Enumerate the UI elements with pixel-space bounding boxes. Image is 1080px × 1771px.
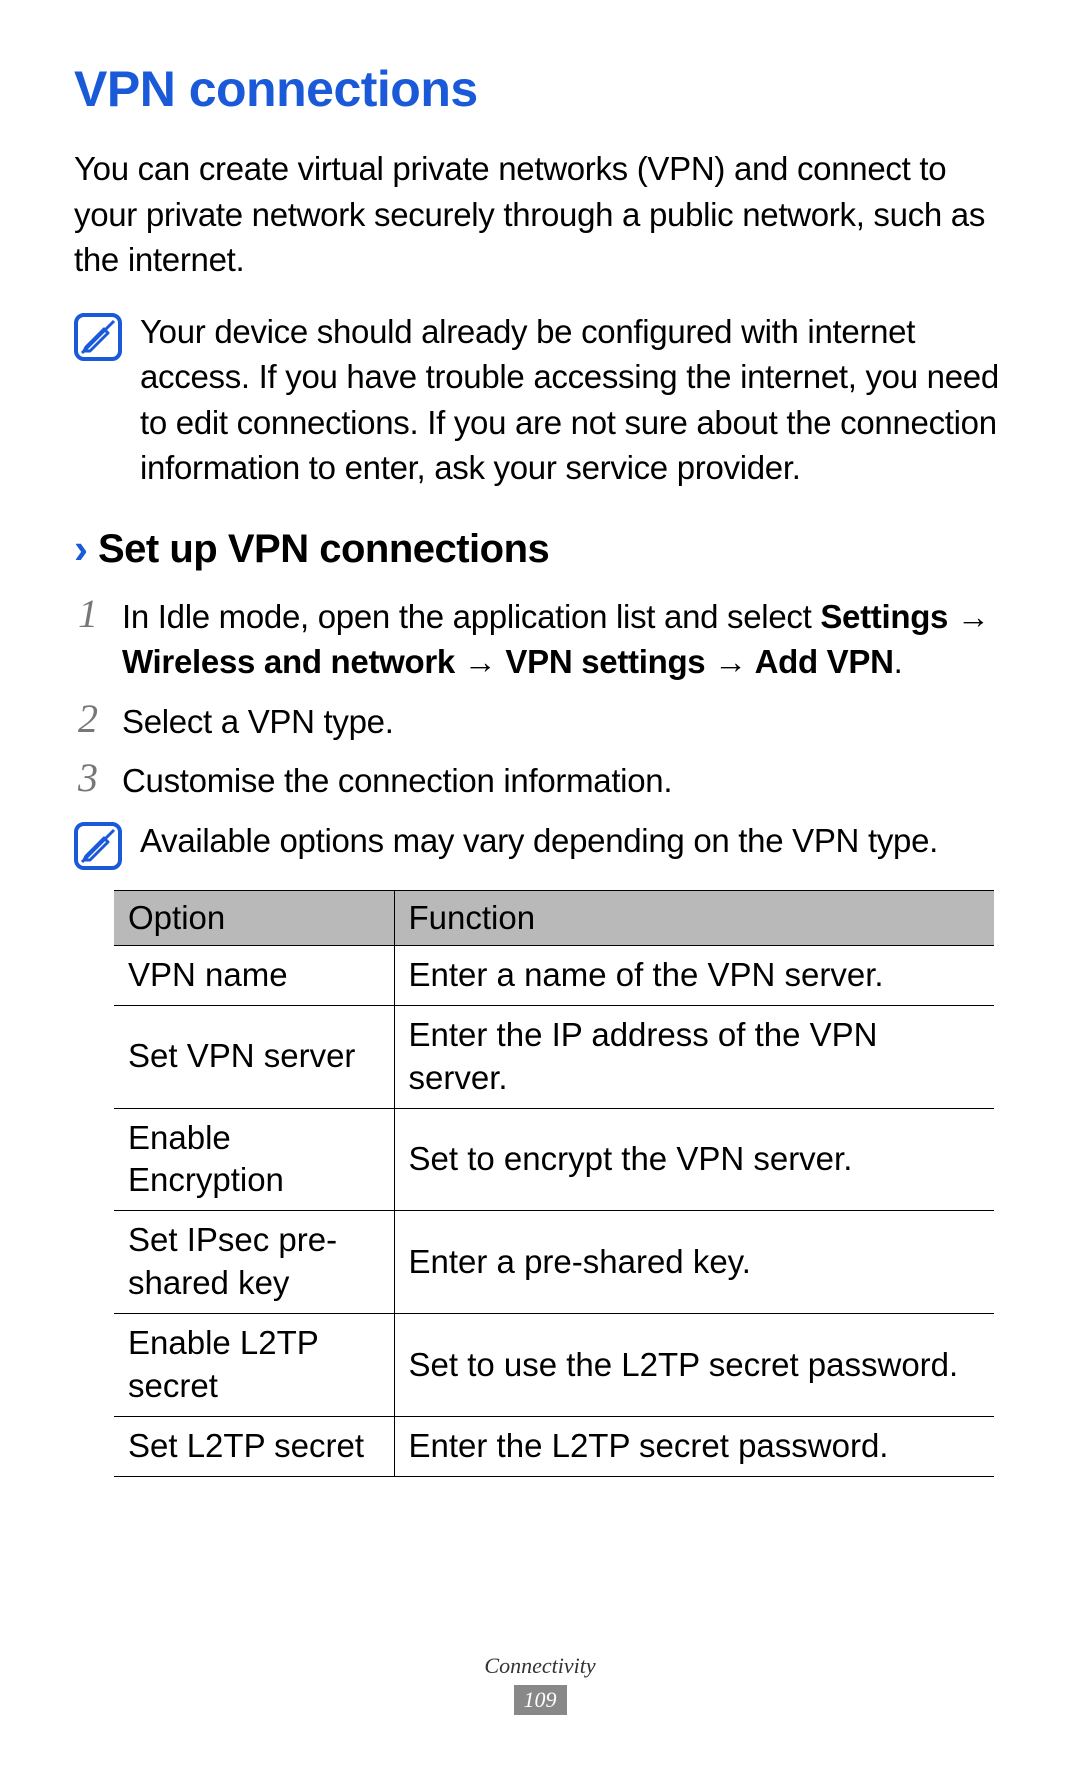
table-row: Enable Encryption Set to encrypt the VPN…: [114, 1108, 994, 1211]
step-2: 2 Select a VPN type.: [74, 697, 1006, 745]
step-text: In Idle mode, open the application list …: [122, 592, 1006, 685]
table-header-row: Option Function: [114, 890, 994, 945]
table-row: Set IPsec pre-shared key Enter a pre-sha…: [114, 1211, 994, 1314]
options-table: Option Function VPN name Enter a name of…: [114, 890, 994, 1477]
cell-option: Set L2TP secret: [114, 1416, 394, 1476]
cell-function: Set to use the L2TP secret password.: [394, 1314, 994, 1417]
cell-function: Enter the L2TP secret password.: [394, 1416, 994, 1476]
step-1-suffix: .: [894, 643, 903, 680]
footer-page-number: 109: [514, 1685, 567, 1715]
cell-option: Set VPN server: [114, 1005, 394, 1108]
cell-option: Enable L2TP secret: [114, 1314, 394, 1417]
subheading-row: › Set up VPN connections: [74, 527, 1006, 572]
step-number: 2: [74, 697, 102, 741]
step-1: 1 In Idle mode, open the application lis…: [74, 592, 1006, 685]
page-heading: VPN connections: [74, 60, 1006, 118]
cell-option: Set IPsec pre-shared key: [114, 1211, 394, 1314]
table-row: Enable L2TP secret Set to use the L2TP s…: [114, 1314, 994, 1417]
step-text: Select a VPN type.: [122, 697, 394, 745]
note-icon: [74, 313, 122, 361]
table-header-function: Function: [394, 890, 994, 945]
step-3: 3 Customise the connection information.: [74, 756, 1006, 804]
note-block-1: Your device should already be configured…: [74, 309, 1006, 491]
table-row: Set VPN server Enter the IP address of t…: [114, 1005, 994, 1108]
note-text-2: Available options may vary depending on …: [140, 818, 938, 864]
table-row: Set L2TP secret Enter the L2TP secret pa…: [114, 1416, 994, 1476]
subheading: Set up VPN connections: [98, 527, 549, 572]
step-text: Customise the connection information.: [122, 756, 672, 804]
step-number: 3: [74, 756, 102, 800]
note-text-1: Your device should already be configured…: [140, 309, 1006, 491]
step-number: 1: [74, 592, 102, 636]
cell-function: Set to encrypt the VPN server.: [394, 1108, 994, 1211]
step-1-prefix: In Idle mode, open the application list …: [122, 598, 820, 635]
note-block-2: Available options may vary depending on …: [74, 818, 1006, 870]
note-icon: [74, 822, 122, 870]
table-header-option: Option: [114, 890, 394, 945]
cell-option: Enable Encryption: [114, 1108, 394, 1211]
table-row: VPN name Enter a name of the VPN server.: [114, 945, 994, 1005]
page-footer: Connectivity 109: [0, 1653, 1080, 1715]
footer-section-label: Connectivity: [0, 1653, 1080, 1679]
chevron-icon: ›: [74, 528, 88, 570]
cell-option: VPN name: [114, 945, 394, 1005]
cell-function: Enter a name of the VPN server.: [394, 945, 994, 1005]
cell-function: Enter a pre-shared key.: [394, 1211, 994, 1314]
intro-paragraph: You can create virtual private networks …: [74, 146, 1006, 283]
cell-function: Enter the IP address of the VPN server.: [394, 1005, 994, 1108]
